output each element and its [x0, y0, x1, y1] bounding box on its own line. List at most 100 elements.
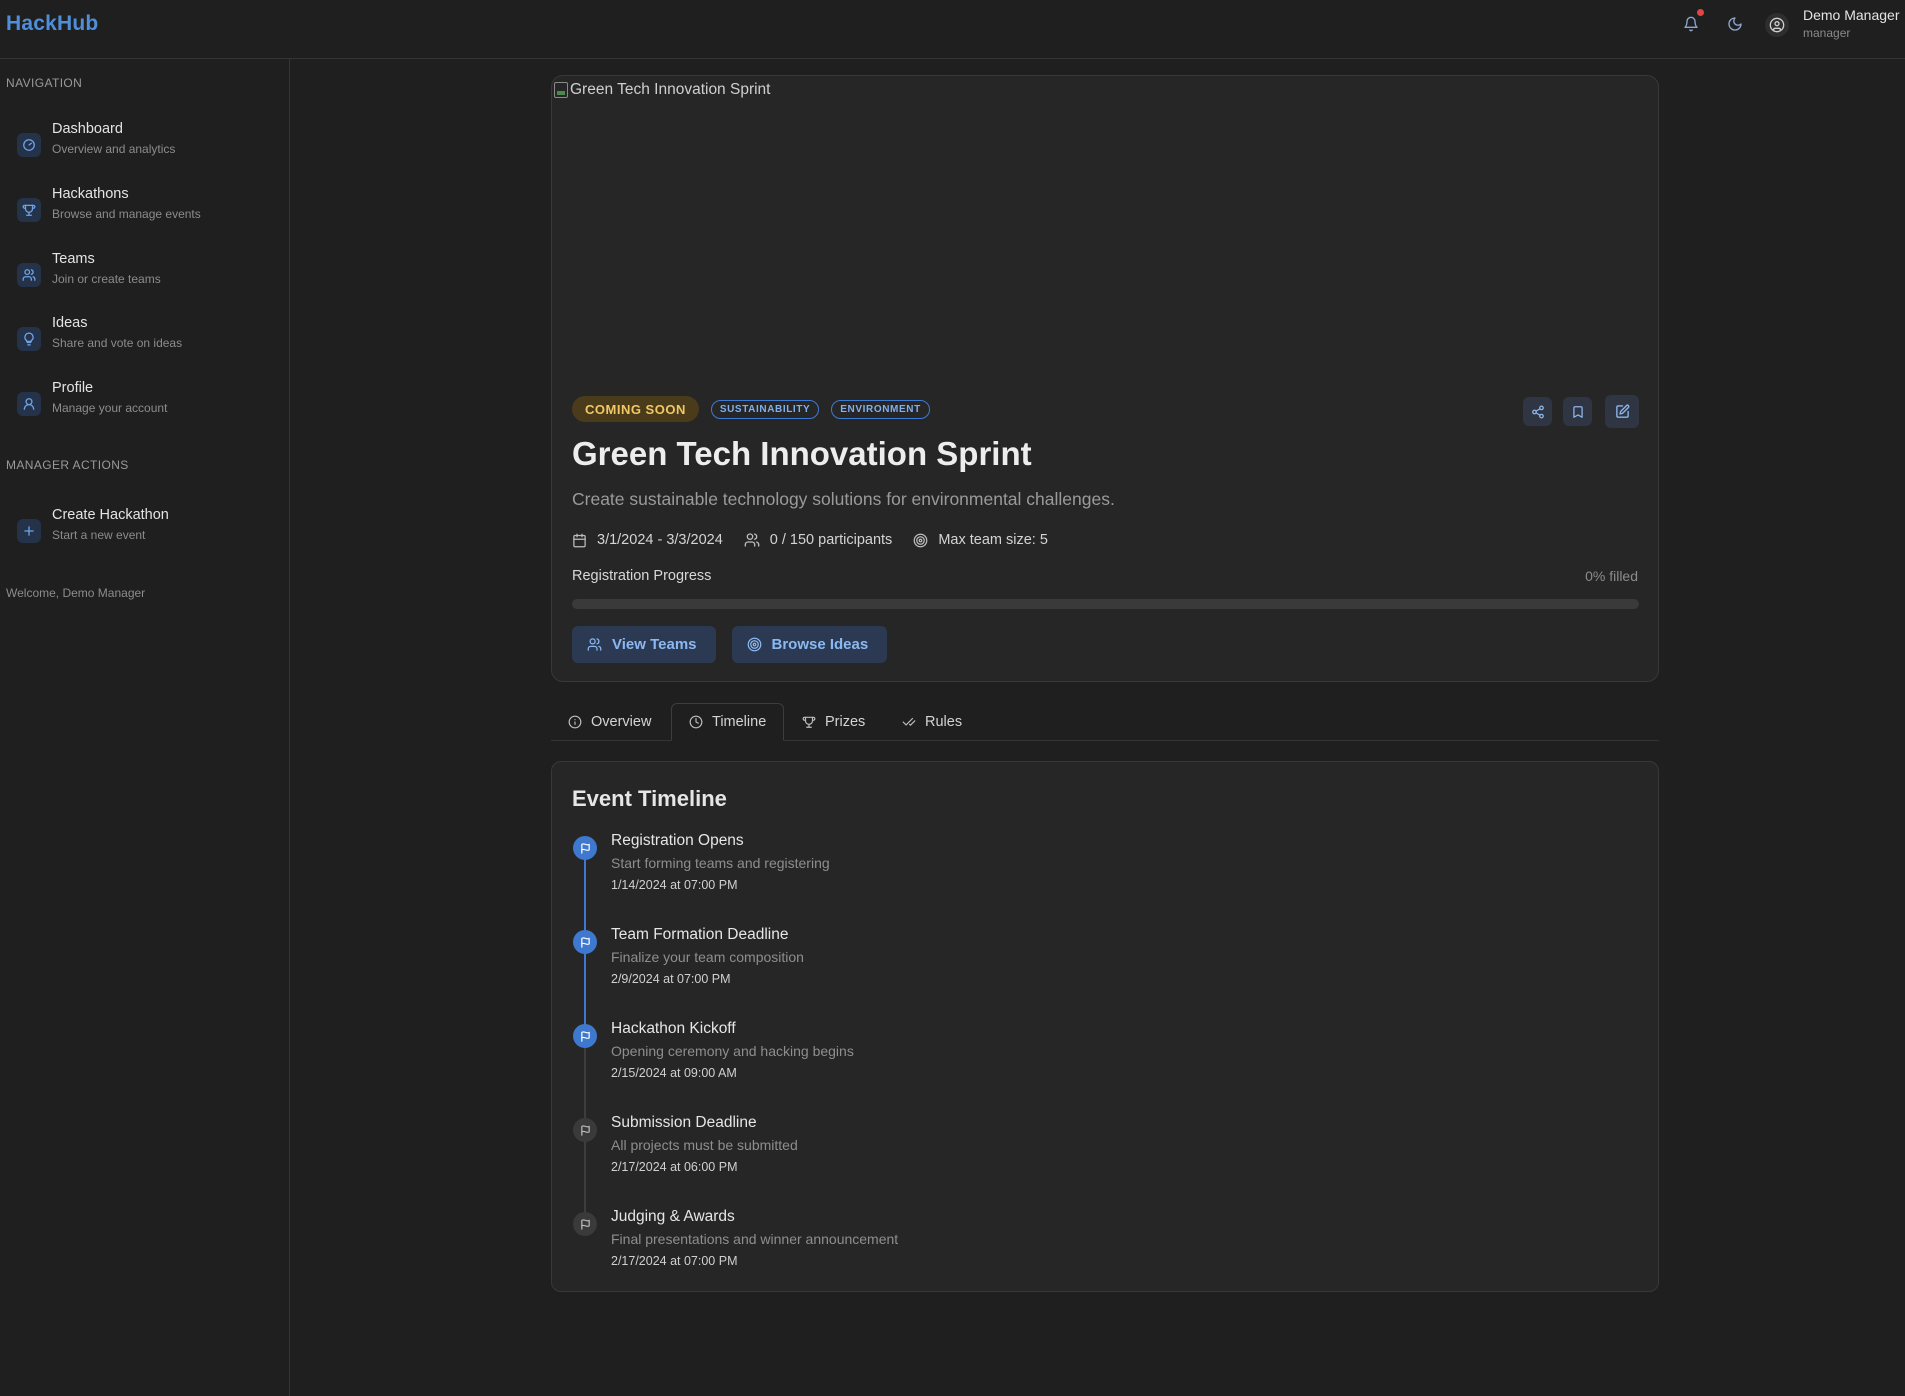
timeline-item-title: Team Formation Deadline: [611, 926, 789, 943]
detail-tabs: Overview Timeline Prizes Rules: [551, 703, 1659, 741]
timeline-item-title: Judging & Awards: [611, 1208, 735, 1225]
timeline-item: Judging & Awards Final presentations and…: [552, 1204, 1652, 1294]
user-icon: [17, 392, 41, 416]
calendar-icon: [572, 533, 587, 548]
bell-icon: [1683, 16, 1699, 32]
share-button[interactable]: [1523, 397, 1552, 426]
trophy-icon: [17, 198, 41, 222]
view-teams-label: View Teams: [612, 636, 697, 653]
event-max-team: Max team size: 5: [913, 532, 1048, 548]
user-name[interactable]: Demo Manager: [1803, 7, 1900, 23]
event-dates-text: 3/1/2024 - 3/3/2024: [597, 532, 723, 548]
timeline-item-description: Opening ceremony and hacking begins: [611, 1043, 854, 1059]
timeline-item-description: Start forming teams and registering: [611, 855, 830, 871]
target-icon: [913, 533, 928, 548]
hero-button-row: View Teams Browse Ideas: [572, 626, 903, 663]
moon-icon: [1727, 16, 1743, 32]
flag-icon: [573, 1212, 597, 1236]
event-meta: 3/1/2024 - 3/3/2024 0 / 150 participants…: [572, 532, 1069, 548]
sidebar-item-description: Browse and manage events: [52, 207, 201, 221]
hackathon-title: Green Tech Innovation Sprint: [572, 435, 1032, 472]
timeline-item-date: 2/17/2024 at 07:00 PM: [611, 1254, 738, 1268]
info-icon: [568, 715, 582, 729]
event-participants-text: 0 / 150 participants: [769, 532, 893, 548]
bookmark-icon: [1571, 405, 1585, 419]
flag-icon: [573, 836, 597, 860]
share-icon: [1531, 405, 1545, 419]
broken-image-icon: [554, 82, 568, 98]
sidebar-item-description: Manage your account: [52, 401, 168, 415]
users-icon: [744, 532, 760, 548]
tab-label: Rules: [925, 714, 963, 730]
flag-icon: [573, 930, 597, 954]
edit-button[interactable]: [1605, 395, 1639, 428]
sidebar-item-label: Hackathons: [52, 186, 129, 202]
sidebar-item-label: Profile: [52, 380, 94, 396]
badge-row: COMING SOON SUSTAINABILITY ENVIRONMENT: [572, 396, 930, 422]
sidebar-item-hackathons[interactable]: Hackathons Browse and manage events: [0, 186, 289, 246]
users-icon: [587, 637, 602, 652]
sidebar-item-description: Overview and analytics: [52, 142, 176, 156]
tab-label: Overview: [591, 714, 652, 730]
navigation-heading: NAVIGATION: [6, 76, 83, 90]
notification-dot: [1697, 9, 1704, 16]
registration-progress-percent: 0% filled: [1585, 568, 1638, 584]
timeline-item-title: Hackathon Kickoff: [611, 1020, 736, 1037]
registration-progress-label: Registration Progress: [572, 568, 712, 584]
sidebar-item-description: Share and vote on ideas: [52, 336, 183, 350]
timeline-item-date: 2/15/2024 at 09:00 AM: [611, 1066, 737, 1080]
sidebar-item-create-hackathon[interactable]: Create Hackathon Start a new event: [0, 507, 289, 567]
timeline-item-date: 1/14/2024 at 07:00 PM: [611, 878, 738, 892]
top-header: HackHub Demo Manager manager: [0, 0, 1905, 59]
timeline-item-title: Submission Deadline: [611, 1114, 757, 1131]
edit-icon: [1615, 404, 1630, 419]
sidebar-item-teams[interactable]: Teams Join or create teams: [0, 251, 289, 311]
lightbulb-icon: [17, 327, 41, 351]
plus-icon: [17, 519, 41, 543]
user-avatar[interactable]: [1765, 13, 1789, 37]
registration-progress-bar: [572, 599, 1639, 609]
tab-overview[interactable]: Overview: [551, 703, 668, 741]
timeline-item-description: Final presentations and winner announcem…: [611, 1231, 899, 1247]
sidebar-item-dashboard[interactable]: Dashboard Overview and analytics: [0, 121, 289, 181]
target-icon: [747, 637, 762, 652]
user-role: manager: [1803, 26, 1851, 40]
sidebar-item-ideas[interactable]: Ideas Share and vote on ideas: [0, 315, 289, 375]
sidebar-item-profile[interactable]: Profile Manage your account: [0, 380, 289, 440]
image-alt-text: Green Tech Innovation Sprint: [554, 81, 770, 99]
clock-icon: [689, 715, 703, 729]
tab-rules[interactable]: Rules: [885, 703, 979, 741]
hackathon-description: Create sustainable technology solutions …: [572, 489, 1115, 509]
sidebar-item-description: Join or create teams: [52, 272, 161, 286]
view-teams-button[interactable]: View Teams: [572, 626, 716, 663]
bookmark-button[interactable]: [1563, 397, 1592, 426]
flag-icon: [573, 1118, 597, 1142]
browse-ideas-button[interactable]: Browse Ideas: [731, 626, 888, 663]
sidebar-item-label: Dashboard: [52, 121, 123, 137]
event-max-team-text: Max team size: 5: [938, 532, 1048, 548]
tab-timeline[interactable]: Timeline: [671, 703, 785, 741]
notification-button[interactable]: [1680, 9, 1704, 35]
timeline-item: Submission Deadline All projects must be…: [552, 1110, 1652, 1200]
hackathon-cover-image: Green Tech Innovation Sprint: [552, 76, 1658, 376]
check-check-icon: [902, 715, 916, 729]
tab-label: Timeline: [712, 714, 767, 730]
tab-label: Prizes: [825, 714, 866, 730]
welcome-message: Welcome, Demo Manager: [6, 586, 146, 600]
tag-badge: ENVIRONMENT: [831, 399, 930, 419]
manager-actions-heading: MANAGER ACTIONS: [6, 458, 129, 472]
timeline-item: Registration Opens Start forming teams a…: [552, 828, 1652, 918]
sidebar-item-label: Ideas: [52, 315, 88, 331]
brand-logo[interactable]: HackHub: [6, 12, 98, 36]
timeline-item-description: All projects must be submitted: [611, 1137, 798, 1153]
theme-toggle-button[interactable]: [1724, 13, 1746, 35]
flag-icon: [573, 1024, 597, 1048]
user-circle-icon: [1769, 17, 1785, 33]
timeline-title: Event Timeline: [572, 786, 727, 811]
event-timeline-card: Event Timeline Registration Opens Start …: [551, 761, 1659, 1292]
users-icon: [17, 263, 41, 287]
image-alt-label: Green Tech Innovation Sprint: [570, 81, 771, 98]
browse-ideas-label: Browse Ideas: [771, 636, 869, 653]
sidebar-item-label: Teams: [52, 251, 95, 267]
tab-prizes[interactable]: Prizes: [785, 703, 882, 741]
